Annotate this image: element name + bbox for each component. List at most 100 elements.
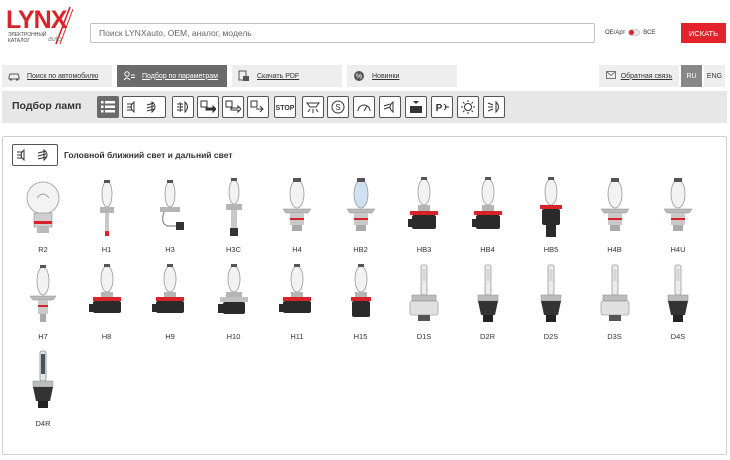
lamp-item[interactable]: H15 [334,261,388,347]
params-icon [123,70,135,82]
lamp-label: H3 [165,245,175,254]
daytime-light-icon[interactable] [483,96,505,118]
bulb-image [409,264,439,321]
bulb-image [477,264,498,322]
tab-label: Новинки [372,72,400,80]
lamp-label: H4B [607,245,622,254]
lamp-item[interactable]: H7 [16,261,70,347]
lamp-item[interactable]: D1S [397,261,451,347]
lamp-type-bar: Подбор ламп STOP S P [2,91,727,123]
bulb-image [471,177,502,229]
dashboard-icon[interactable] [353,96,375,118]
svg-text:S: S [335,103,340,112]
list-icon[interactable] [97,96,119,118]
lamp-label: H3C [225,245,241,254]
lamp-label: H10 [226,332,241,341]
lamp-item[interactable]: H4U [651,174,705,260]
search-button[interactable]: ИСКАТЬ [681,23,726,43]
bulb-image [540,264,562,322]
news-icon: % [353,70,365,82]
bulb-image [279,264,311,313]
lang-en[interactable]: ENG [704,65,725,87]
bulb-image [217,264,248,314]
parking-s-icon[interactable]: S [327,96,349,118]
bulb-image [667,264,689,322]
bulb-image [99,180,114,236]
bulb-image [346,178,375,231]
toggle-switch[interactable] [628,29,641,36]
bulb-image [600,264,629,321]
tab-news[interactable]: % Новинки [347,65,457,87]
lamp-label: H1 [101,245,112,254]
bulb-image [26,181,60,233]
tab-label: Скачать PDF [257,72,300,80]
section-title: Головной ближний свет и дальний свет [64,150,233,160]
lamp-item[interactable]: H9 [143,261,197,347]
fog-front-icon[interactable] [172,96,194,118]
lamp-item[interactable]: D3S [588,261,642,347]
turn-signal-icon[interactable] [197,96,219,118]
lamp-label: HB3 [416,245,432,254]
lamp-item[interactable]: HB5 [524,174,578,260]
svg-text:P: P [436,103,443,114]
lamp-item[interactable]: H1 [80,174,134,260]
lamp-label: H11 [290,332,304,341]
stop-icon[interactable]: STOP [274,96,296,118]
lamp-item[interactable]: D2S [524,261,578,347]
bulb-image [600,178,629,231]
bulb-image [350,264,371,317]
lang-ru[interactable]: RU [681,65,702,87]
lamp-item[interactable]: H3 [143,174,197,260]
lamp-item[interactable]: H4 [270,174,324,260]
tab-download-pdf[interactable]: Скачать PDF [232,65,342,87]
right-tabs: Обратная связь RU ENG [599,65,725,87]
plate-light-icon[interactable] [405,96,427,118]
lamp-item[interactable]: H10 [207,261,261,347]
feedback-link[interactable]: Обратная связь [599,65,679,87]
lamp-item[interactable]: D2R [461,261,515,347]
lamp-item[interactable]: H11 [270,261,324,347]
lamp-item[interactable]: HB4 [461,174,515,260]
lamp-item[interactable]: H4B [588,174,642,260]
reverse-icon[interactable] [247,96,269,118]
low-high-beam-icon[interactable] [122,96,166,118]
toggle-label-oe: OE/Арт [605,29,626,36]
parking-p-icon[interactable]: P [431,96,453,118]
tab-search-by-params[interactable]: Подбор по параметрам [117,65,227,87]
lamp-item[interactable]: HB3 [397,174,451,260]
pdf-icon [238,70,250,82]
bulb-image [160,180,184,230]
high-beam-icon[interactable] [379,96,401,118]
lamp-item[interactable]: H8 [80,261,134,347]
bulb-image [29,265,57,322]
lamp-item[interactable]: D4S [651,261,705,347]
lamp-label: HB2 [353,245,368,254]
search-mode-toggle[interactable]: OE/Арт ВСЕ [605,29,655,36]
low-high-beam-icon [12,144,58,166]
lamp-label: HB4 [480,245,495,254]
lynx-logo[interactable]: LYNX ЭЛЕКТРОННЫЙ КАТАЛОГ auto [6,6,74,48]
bulb-image [32,350,54,408]
lamp-label: H9 [165,332,175,341]
lamp-item[interactable]: D4R [16,348,70,434]
lamp-item[interactable]: H3C [207,174,261,260]
interior-light-icon[interactable] [302,96,324,118]
lamp-results-panel: Головной ближний свет и дальний свет R2 H… [2,136,727,455]
logo-auto: auto [48,36,62,43]
search-input[interactable] [90,23,595,43]
lamp-item[interactable]: R2 [16,174,70,260]
lamp-label: H8 [101,332,112,341]
lamp-label: HB5 [543,245,559,254]
lamp-label: D2S [543,332,559,341]
lamp-item[interactable]: HB2 [334,174,388,260]
tab-search-by-car[interactable]: Поиск по автомобилю [2,65,112,87]
lamp-label: D1S [416,332,432,341]
svg-text:%: % [356,74,362,81]
bulb-image [88,264,121,313]
tab-label: Поиск по автомобилю [27,72,99,80]
lamp-label: D3S [607,332,622,341]
car-icon [8,70,20,82]
warning-light-icon[interactable] [457,96,479,118]
side-marker-icon[interactable] [222,96,244,118]
lamp-label: D4R [35,419,51,428]
